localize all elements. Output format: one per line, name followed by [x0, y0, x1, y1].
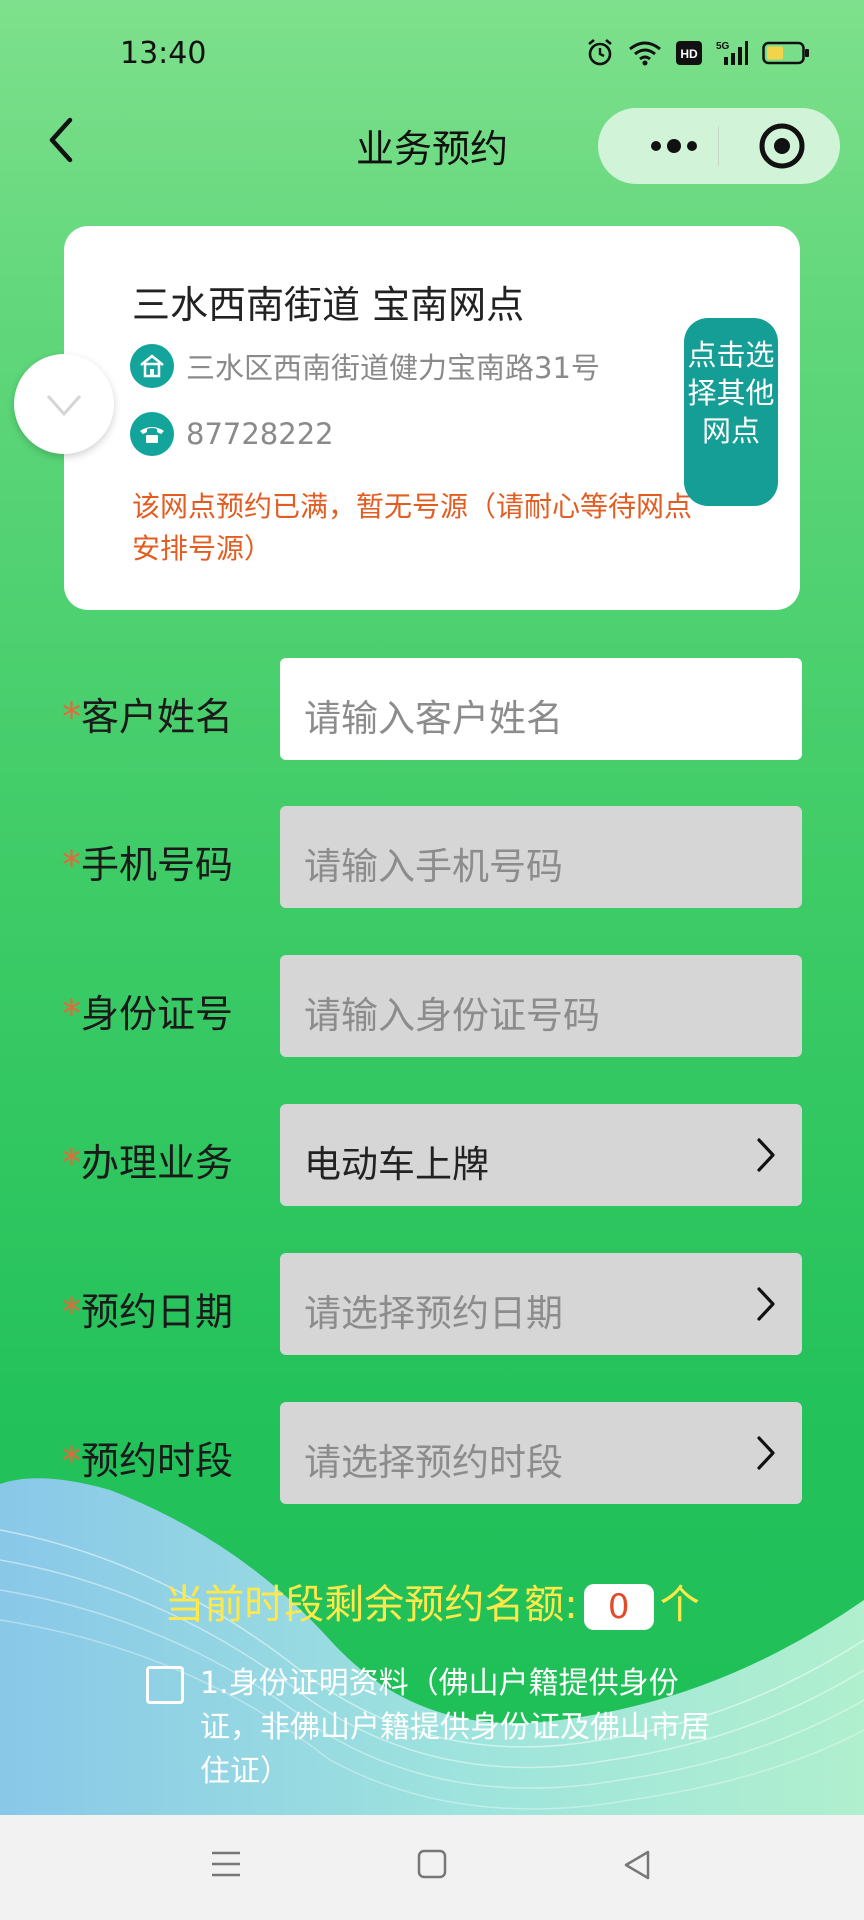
branch-phone-row: 87728222 [130, 412, 334, 456]
branch-name: 三水西南街道 宝南网点 [132, 283, 525, 327]
requirement-text: 1.身份证明资料（佛山户籍提供身份证，非佛山户籍提供身份证及佛山市居住证） [200, 1666, 710, 1789]
branch-address: 三水区西南街道健力宝南路31号 [186, 351, 600, 385]
field-placeholder: 请选择预约日期 [304, 1292, 563, 1335]
phone-number-input[interactable]: 请输入手机号码 [280, 806, 802, 908]
more-button[interactable] [634, 122, 714, 170]
branch-address-row: 三水区西南街道健力宝南路31号 [130, 344, 600, 388]
battery-icon [762, 41, 810, 65]
quota-suffix: 个 [659, 1582, 700, 1628]
required-mark: * [62, 1290, 81, 1334]
field-label: 身份证号 [81, 992, 234, 1036]
required-mark: * [62, 1141, 81, 1185]
chevron-down-icon [46, 395, 82, 417]
hd-icon: HD [676, 41, 702, 65]
requirement-checkbox[interactable] [146, 1666, 184, 1704]
network-label: 5G [716, 41, 730, 52]
capsule-divider [718, 126, 719, 166]
telephone-icon [130, 412, 174, 456]
alarm-icon [586, 38, 614, 68]
branch-notice: 该网点预约已满，暂无号源（请耐心等待网点安排号源） [132, 490, 693, 565]
customer-name-input[interactable]: 请输入客户姓名 [280, 658, 802, 760]
close-mini-program-button[interactable] [756, 120, 808, 172]
chevron-right-icon [757, 1436, 775, 1470]
phone-number-label: *手机号码 [62, 834, 233, 889]
required-mark: * [62, 695, 81, 739]
system-navigation-bar [0, 1815, 864, 1920]
more-dots-icon [651, 139, 697, 153]
status-bar: 13:40 HD 5G [0, 0, 864, 110]
remaining-quota: 当前时段剩余预约名额: 0 个 [0, 1572, 864, 1630]
required-mark: * [62, 843, 81, 887]
home-button[interactable] [417, 1849, 447, 1883]
chevron-right-icon [757, 1287, 775, 1321]
business-type-select[interactable]: 电动车上牌 [280, 1104, 802, 1206]
hd-label: HD [680, 47, 698, 61]
wifi-icon [628, 40, 662, 66]
field-label: 手机号码 [81, 843, 234, 887]
house-icon [130, 344, 174, 388]
quota-prefix: 当前时段剩余预约名额: [164, 1582, 578, 1628]
5g-signal-icon: 5G [716, 39, 748, 67]
form-row-business-type: *办理业务 电动车上牌 [0, 1104, 864, 1206]
field-value: 电动车上牌 [304, 1143, 489, 1186]
status-icons: HD 5G [586, 36, 810, 70]
branch-card: 三水西南街道 宝南网点 三水区西南街道健力宝南路31号 87728222 该网点… [64, 226, 800, 610]
id-number-label: *身份证号 [62, 983, 233, 1038]
menu-icon [212, 1851, 240, 1877]
back-triangle-icon [624, 1850, 650, 1880]
home-square-icon [417, 1849, 447, 1879]
appointment-date-label: *预约日期 [62, 1281, 233, 1336]
floating-collapse-button[interactable] [14, 354, 114, 454]
select-other-branch-button[interactable]: 点击选择其他网点 [684, 318, 778, 506]
business-type-label: *办理业务 [62, 1132, 233, 1187]
field-label: 办理业务 [81, 1141, 234, 1185]
form-row-customer-name: *客户姓名 请输入客户姓名 [0, 658, 864, 760]
chevron-right-icon [757, 1138, 775, 1172]
required-mark: * [62, 992, 81, 1036]
field-label: 预约日期 [81, 1290, 234, 1334]
system-back-button[interactable] [622, 1849, 652, 1885]
field-label: 客户姓名 [81, 695, 234, 739]
customer-name-label: *客户姓名 [62, 686, 233, 741]
id-number-input[interactable]: 请输入身份证号码 [280, 955, 802, 1057]
target-circle-icon [759, 123, 805, 169]
form-row-id-number: *身份证号 请输入身份证号码 [0, 955, 864, 1057]
appointment-date-select[interactable]: 请选择预约日期 [280, 1253, 802, 1355]
status-time: 13:40 [120, 36, 207, 71]
menu-button[interactable] [210, 1849, 242, 1883]
mini-program-capsule [598, 108, 840, 184]
field-placeholder: 请输入身份证号码 [304, 994, 600, 1037]
form-row-appointment-date: *预约日期 请选择预约日期 [0, 1253, 864, 1355]
navigation-bar: 业务预约 [0, 100, 864, 190]
quota-count-badge: 0 [583, 1584, 654, 1630]
field-placeholder: 请输入手机号码 [304, 845, 563, 888]
branch-phone[interactable]: 87728222 [186, 417, 334, 451]
field-placeholder: 请输入客户姓名 [304, 697, 563, 740]
form-row-phone-number: *手机号码 请输入手机号码 [0, 806, 864, 908]
